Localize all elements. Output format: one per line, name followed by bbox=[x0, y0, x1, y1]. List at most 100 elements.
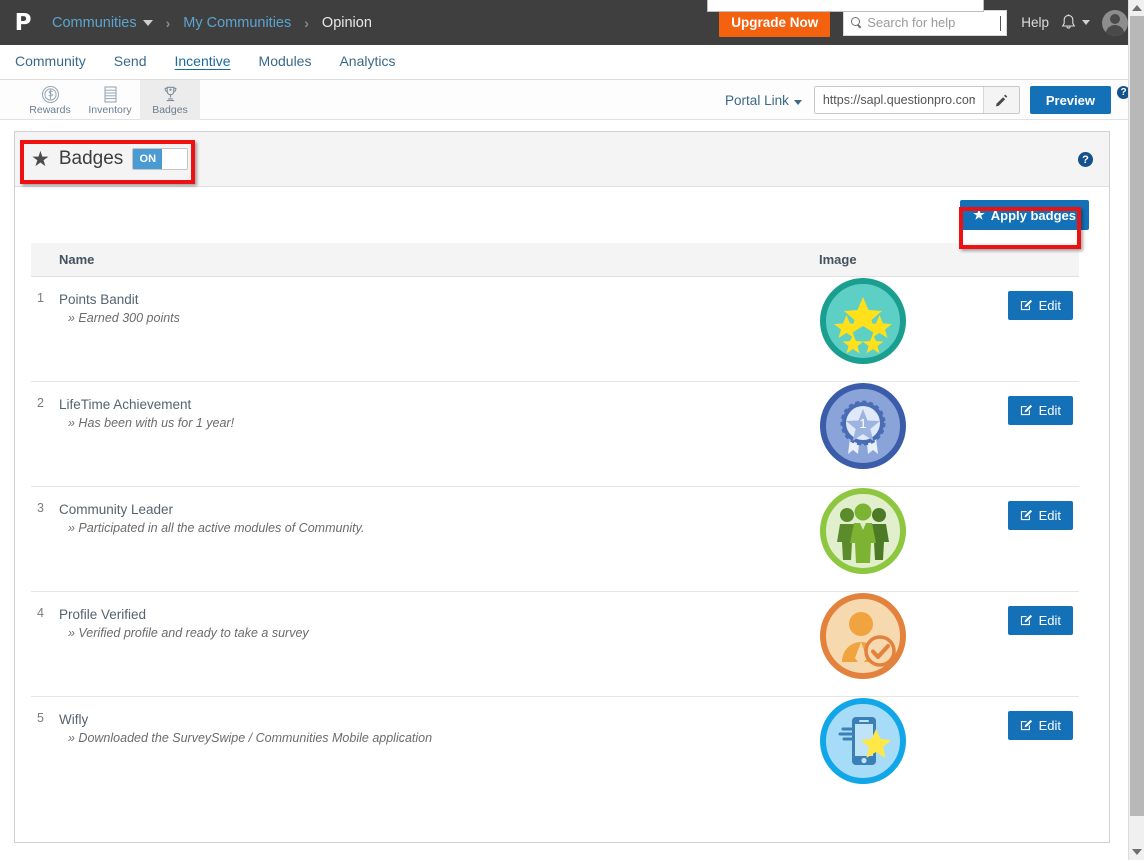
edit-button[interactable]: Edit bbox=[1007, 606, 1073, 635]
row-number: 2 bbox=[31, 381, 59, 487]
badges-table-head: Name Image bbox=[31, 243, 1079, 277]
bell-icon[interactable] bbox=[1061, 14, 1076, 31]
row-image-cell bbox=[819, 697, 959, 802]
edit-label: Edit bbox=[1038, 613, 1061, 628]
avatar[interactable] bbox=[1102, 9, 1128, 36]
edit-button[interactable]: Edit bbox=[1007, 291, 1073, 320]
portal-link-area: Portal Link Preview ? bbox=[725, 80, 1130, 120]
edit-button[interactable]: Edit bbox=[1007, 501, 1073, 530]
table-row: 1 Points Bandit » Earned 300 points Edit bbox=[31, 276, 1079, 382]
nav-tab-community[interactable]: Community bbox=[15, 53, 86, 71]
pencil-square-icon bbox=[1020, 403, 1033, 419]
badge-name: LifeTime Achievement bbox=[59, 397, 192, 412]
badges-panel: ★ Badges ON ? ★ Apply badges Name Image bbox=[14, 131, 1110, 843]
badge-description: » Verified profile and ready to take a s… bbox=[68, 626, 309, 640]
badges-title-group: ★ Badges ON bbox=[31, 147, 189, 171]
row-image-cell: 1 bbox=[819, 381, 959, 487]
star-icon: ★ bbox=[31, 147, 50, 171]
medal-number: 1 bbox=[859, 416, 866, 431]
search-help-input[interactable]: Search for help bbox=[843, 9, 1008, 36]
row-action-cell: Edit bbox=[959, 697, 1079, 802]
scrollbar-thumb[interactable] bbox=[1130, 16, 1144, 816]
row-number: 5 bbox=[37, 711, 44, 725]
breadcrumb-separator: › bbox=[304, 14, 309, 31]
three-people-badge bbox=[819, 488, 907, 579]
row-name-cell: Profile Verified » Verified profile and … bbox=[59, 591, 819, 697]
incentive-subtabs: Rewards Inventory Badges bbox=[20, 80, 200, 120]
badge-name: Community Leader bbox=[59, 502, 174, 517]
apply-badges-button[interactable]: ★ Apply badges bbox=[960, 200, 1089, 230]
nav-tab-modules[interactable]: Modules bbox=[259, 53, 312, 71]
help-link[interactable]: Help bbox=[1021, 15, 1049, 30]
mobile-star-badge bbox=[819, 698, 907, 789]
table-row: 5 Wifly » Downloaded the SurveySwipe / C… bbox=[31, 697, 1079, 802]
badge-description: » Earned 300 points bbox=[68, 311, 180, 325]
row-name-cell: Wifly » Downloaded the SurveySwipe / Com… bbox=[59, 697, 819, 802]
badge-description: » Participated in all the active modules… bbox=[68, 521, 365, 535]
badges-panel-body: ★ Apply badges Name Image 1 Points Bandi… bbox=[15, 187, 1109, 802]
apply-badges-row: ★ Apply badges bbox=[31, 187, 1093, 243]
row-name-cell: LifeTime Achievement » Has been with us … bbox=[59, 381, 819, 487]
main-nav-tabs: Community Send Incentive Modules Analyti… bbox=[0, 45, 1144, 80]
portal-url-group bbox=[813, 86, 1020, 114]
edit-button[interactable]: Edit bbox=[1007, 711, 1073, 740]
subtab-badges-label: Badges bbox=[152, 103, 188, 116]
portal-link-dropdown[interactable]: Portal Link bbox=[725, 93, 802, 108]
row-number: 1 bbox=[31, 276, 59, 382]
pencil-icon[interactable] bbox=[982, 87, 1019, 113]
top-popup-overlay bbox=[707, 0, 984, 12]
breadcrumb-my-communities[interactable]: My Communities bbox=[183, 15, 291, 31]
help-question-mark-icon[interactable]: ? bbox=[1078, 152, 1093, 167]
edit-button[interactable]: Edit bbox=[1007, 396, 1073, 425]
pencil-square-icon bbox=[1020, 718, 1033, 734]
edit-label: Edit bbox=[1038, 718, 1061, 733]
col-header-number bbox=[31, 243, 59, 277]
badge-description: » Has been with us for 1 year! bbox=[68, 416, 235, 430]
row-action-cell: Edit bbox=[959, 591, 1079, 697]
five-stars-badge bbox=[819, 278, 907, 369]
toggle-knob bbox=[162, 149, 188, 169]
preview-button[interactable]: Preview bbox=[1029, 86, 1111, 114]
search-placeholder: Search for help bbox=[867, 15, 956, 30]
breadcrumb-communities[interactable]: Communities bbox=[52, 15, 153, 31]
scroll-down-arrow-icon[interactable] bbox=[1132, 849, 1142, 855]
subtab-badges[interactable]: Badges bbox=[140, 80, 200, 120]
badges-table-body: 1 Points Bandit » Earned 300 points Edit… bbox=[31, 276, 1079, 802]
row-name-cell: Points Bandit » Earned 300 points bbox=[59, 276, 819, 382]
questionpro-logo[interactable]: P bbox=[12, 10, 34, 36]
col-header-name: Name bbox=[59, 243, 819, 277]
row-name-cell: Community Leader » Participated in all t… bbox=[59, 486, 819, 592]
subtab-inventory[interactable]: Inventory bbox=[80, 80, 140, 120]
nav-tab-analytics[interactable]: Analytics bbox=[339, 53, 395, 71]
table-row: 4 Profile Verified » Verified profile an… bbox=[31, 591, 1079, 697]
portal-url-input[interactable] bbox=[814, 87, 983, 113]
incentive-toolbar: Rewards Inventory Badges Portal Link htt… bbox=[0, 80, 1144, 120]
row-image-cell bbox=[819, 276, 959, 382]
row-image-cell bbox=[819, 591, 959, 697]
nav-tab-send[interactable]: Send bbox=[114, 53, 147, 71]
page-scrollbar[interactable] bbox=[1128, 0, 1144, 860]
badges-table: Name Image 1 Points Bandit » Earned 300 … bbox=[31, 243, 1079, 802]
table-row: 3 Community Leader » Participated in all… bbox=[31, 486, 1079, 592]
breadcrumb-opinion[interactable]: Opinion bbox=[322, 15, 372, 31]
edit-label: Edit bbox=[1038, 508, 1061, 523]
upgrade-now-button[interactable]: Upgrade Now bbox=[719, 8, 831, 37]
pencil-square-icon bbox=[1020, 508, 1033, 524]
badges-panel-header: ★ Badges ON ? bbox=[15, 132, 1109, 187]
chevron-down-icon bbox=[142, 19, 153, 26]
scroll-up-arrow-icon[interactable] bbox=[1132, 5, 1142, 11]
row-number: 3 bbox=[31, 486, 59, 592]
badges-on-off-toggle[interactable]: ON bbox=[132, 148, 189, 170]
apply-badges-label: Apply badges bbox=[990, 207, 1076, 223]
coin-icon bbox=[41, 85, 60, 104]
subtab-rewards[interactable]: Rewards bbox=[20, 80, 80, 120]
badge-description: » Downloaded the SurveySwipe / Communiti… bbox=[68, 731, 433, 745]
notifications-chevron-down-icon[interactable] bbox=[1082, 20, 1090, 25]
badge-name: Profile Verified bbox=[59, 607, 147, 622]
toggle-on-label: ON bbox=[133, 149, 163, 169]
row-number: 4 bbox=[31, 591, 59, 697]
pencil-square-icon bbox=[1020, 613, 1033, 629]
nav-tab-incentive[interactable]: Incentive bbox=[175, 53, 231, 71]
pencil-square-icon bbox=[1020, 298, 1033, 314]
badge-name: Points Bandit bbox=[59, 292, 139, 307]
